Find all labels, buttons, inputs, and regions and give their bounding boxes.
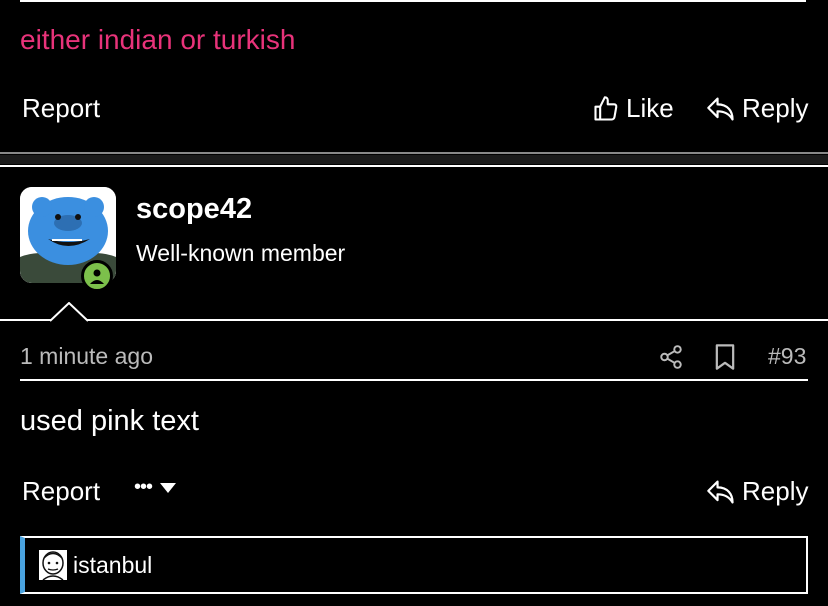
user-icon [90,269,104,284]
report-button[interactable]: Report [22,93,100,124]
reply-button[interactable]: Reply [706,93,808,124]
more-options-button[interactable]: ••• [134,476,182,499]
caret-down-icon [160,482,177,493]
online-status-icon [81,260,113,292]
reply-icon [707,480,734,503]
header-divider [0,319,828,321]
like-button[interactable]: Like [592,93,674,124]
meta-divider [20,379,808,381]
thumbs-up-icon [594,95,618,121]
report-button[interactable]: Report [22,476,100,507]
post-number-link[interactable]: #93 [768,343,806,370]
share-icon[interactable] [658,343,684,371]
user-title: Well-known member [136,240,346,266]
reply-label: Reply [742,476,809,506]
report-label: Report [22,93,101,123]
reply-icon [707,97,734,120]
reaction-avatar-icon [39,550,67,580]
post-message: used pink text [20,405,199,437]
report-label: Report [22,476,101,506]
reply-button[interactable]: Reply [706,476,808,507]
previous-post-frame [20,0,806,2]
like-label: Like [626,93,674,123]
thread-page: either indian or turkish Report Like Rep… [0,0,828,606]
post-timestamp[interactable]: 1 minute ago [20,343,153,370]
more-dots: ••• [134,476,153,498]
post-separator [0,152,828,168]
previous-post-message: either indian or turkish [20,24,296,55]
bookmark-icon[interactable] [713,343,737,371]
reply-label: Reply [742,93,809,123]
reaction-user-label[interactable]: istanbul [73,552,152,579]
username[interactable]: scope42 [136,193,252,226]
message-pointer [50,302,88,322]
reaction-bar[interactable]: istanbul [20,536,808,594]
